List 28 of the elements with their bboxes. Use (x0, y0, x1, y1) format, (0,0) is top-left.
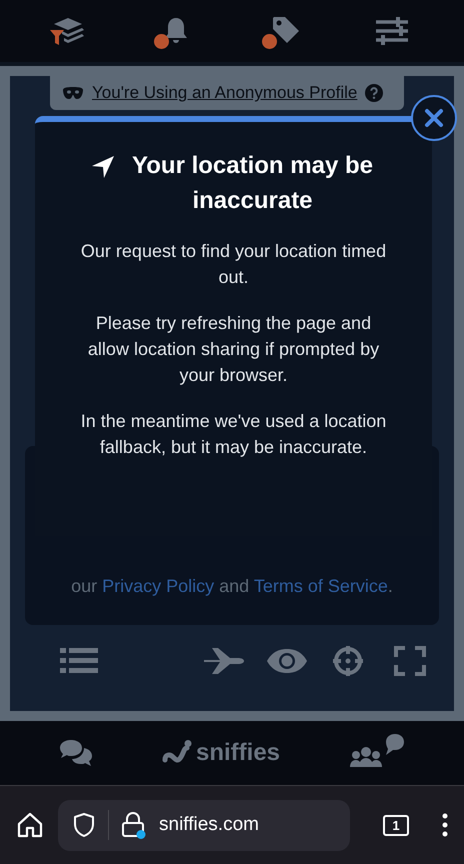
mask-icon (62, 87, 84, 99)
shield-icon[interactable] (72, 812, 96, 838)
modal-title: Your location may be inaccurate (131, 151, 374, 216)
policy-link[interactable]: Privacy Policy (102, 576, 214, 596)
help-icon[interactable] (365, 84, 384, 102)
modal-paragraph: Please try refreshing the page and allow location sharing if prompted by your browser. (86, 312, 380, 387)
close-button[interactable] (411, 95, 457, 141)
url-text: sniffies.com (159, 812, 259, 837)
address-bar[interactable]: sniffies.com (58, 800, 350, 850)
list-icon[interactable] (60, 646, 98, 676)
modal-paragraph: In the meantime we've used a location fallback, but it may be inaccurate. (80, 410, 388, 459)
sniffies-logo[interactable]: sniffies (162, 735, 280, 771)
airplane-icon[interactable] (202, 646, 244, 676)
tab-count-button[interactable]: 1 (383, 814, 409, 836)
policy-link[interactable]: Terms of Service (254, 576, 388, 596)
lock-icon[interactable] (121, 811, 147, 839)
navigation-arrow-icon (90, 154, 116, 180)
close-icon (424, 108, 444, 128)
more-menu-icon[interactable] (442, 813, 448, 837)
eye-icon[interactable] (266, 646, 308, 676)
anonymous-profile-link[interactable]: You're Using an Anonymous Profile (92, 80, 358, 106)
crosshair-icon[interactable] (330, 646, 366, 676)
logo-text: sniffies (196, 738, 280, 768)
fullscreen-icon[interactable] (394, 646, 426, 676)
modal-paragraph: Our request to find your location timed out. (80, 240, 388, 289)
chat-bubbles-icon[interactable] (58, 738, 94, 768)
home-icon[interactable] (16, 811, 44, 839)
legal-notice: our Privacy Policy and Terms of Service. (70, 575, 394, 598)
